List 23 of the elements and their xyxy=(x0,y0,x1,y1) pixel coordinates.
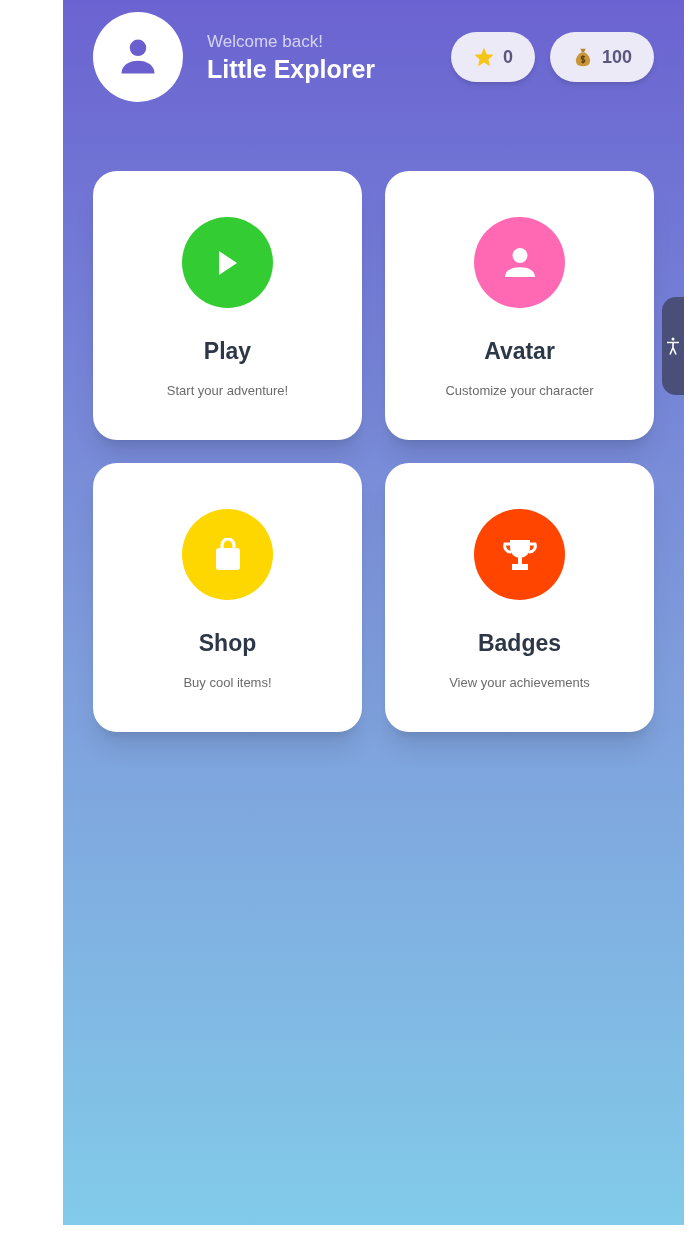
menu-card[interactable]: Shop Buy cool items! xyxy=(93,463,362,732)
card-subtitle: Start your adventure! xyxy=(166,381,289,400)
menu-card[interactable]: Play Start your adventure! xyxy=(93,171,362,440)
card-title: Play xyxy=(203,337,252,366)
greeting-text: Welcome back! xyxy=(207,30,324,53)
accessibility-tab[interactable] xyxy=(662,297,684,395)
counter-value: 0 xyxy=(502,45,513,69)
person-icon xyxy=(503,247,536,278)
card-subtitle: Customize your character xyxy=(445,381,594,400)
username: Little Explorer xyxy=(207,54,376,86)
card-title: Avatar xyxy=(484,337,555,366)
counter-value: 100 xyxy=(601,45,632,69)
play-icon xyxy=(217,249,238,276)
star-icon xyxy=(472,46,495,68)
card-subtitle: Buy cool items! xyxy=(183,673,272,692)
trophy-icon xyxy=(502,538,537,571)
card-title: Shop xyxy=(198,629,257,658)
menu-card[interactable]: Badges View your achievements xyxy=(385,463,654,732)
shopping-bag-icon xyxy=(214,538,241,571)
menu-card[interactable]: Avatar Customize your character xyxy=(385,171,654,440)
card-subtitle: View your achievements xyxy=(449,673,590,692)
accessibility-icon xyxy=(666,336,680,356)
card-title: Badges xyxy=(477,629,562,658)
